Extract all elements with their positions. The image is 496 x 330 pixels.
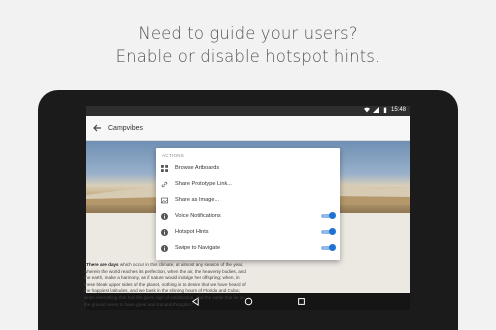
menu-item-share-prototype-link[interactable]: Share Prototype Link... [156, 176, 340, 192]
arrow-left-icon[interactable] [92, 123, 102, 133]
hotspot-hints-toggle[interactable] [321, 228, 336, 235]
menu-item-share-as-image[interactable]: Share as Image... [156, 192, 340, 208]
quote-text: "There are days which occur in this clim… [84, 262, 250, 308]
wifi-icon [363, 107, 370, 113]
app-title: Campvibes [108, 124, 144, 132]
status-time: 15:48 [390, 107, 406, 113]
link-icon [161, 181, 168, 187]
info-icon [161, 244, 168, 252]
app-bar: Campvibes [86, 116, 410, 141]
voice-notifications-toggle[interactable] [321, 212, 336, 219]
toggle-knob [329, 244, 336, 251]
menu-section-label: ACTIONS [162, 153, 185, 158]
menu-item-voice-notifications[interactable]: Voice Notifications [156, 208, 340, 224]
menu-item-label: Browse Artboards [175, 165, 220, 171]
menu-item-label: Voice Notifications [175, 213, 221, 219]
signal-icon [372, 107, 379, 113]
info-icon [161, 212, 168, 220]
status-bar: 15:48 [86, 106, 410, 116]
menu-item-label: Hotspot Hints [175, 229, 209, 235]
headline-line-2: Enable or disable hotspot hints. [115, 47, 381, 66]
recents-square-icon[interactable] [297, 297, 306, 306]
toggle-knob [329, 212, 336, 219]
menu-item-label: Share Prototype Link... [175, 181, 232, 187]
menu-item-hotspot-hints[interactable]: Hotspot Hints [156, 224, 340, 240]
headline-line-1: Need to guide your users? [138, 24, 358, 43]
quote-lead: "There are days [84, 262, 119, 267]
toggle-knob [329, 228, 336, 235]
grid-icon [161, 164, 168, 172]
battery-icon [383, 107, 387, 113]
image-icon [161, 197, 168, 203]
headline: Need to guide your users? Enable or disa… [0, 22, 496, 68]
quote-body: which occur in this climate, at almost a… [84, 262, 246, 307]
menu-item-swipe-to-navigate[interactable]: Swipe to Navigate [156, 240, 340, 256]
info-icon [161, 228, 168, 236]
actions-menu: ACTIONS Browse Artboards Share Prototype… [156, 148, 340, 260]
swipe-to-navigate-toggle[interactable] [321, 244, 336, 251]
menu-item-label: Share as Image... [175, 197, 220, 203]
menu-item-browse-artboards[interactable]: Browse Artboards [156, 160, 340, 176]
menu-item-label: Swipe to Navigate [175, 245, 221, 251]
